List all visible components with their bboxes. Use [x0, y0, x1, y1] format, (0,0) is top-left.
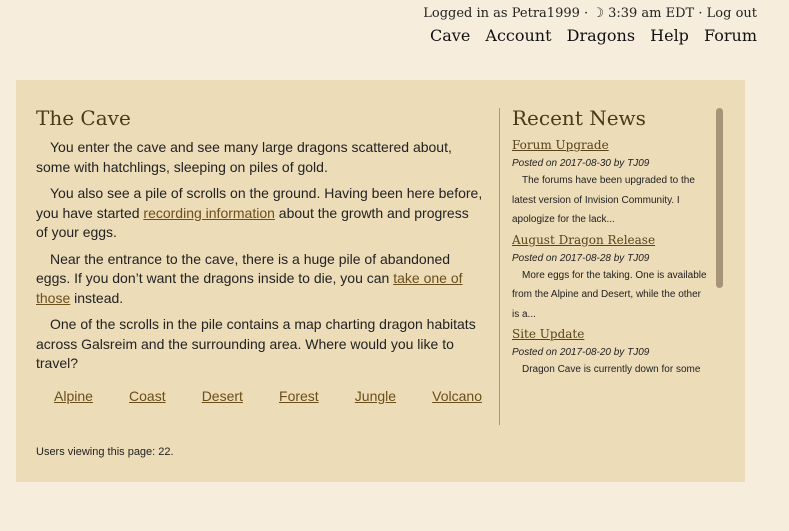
habitat-jungle-link[interactable]: Jungle	[355, 388, 396, 404]
user-status-line: Logged in as Petra1999 · ☽ 3:39 am EDT ·…	[420, 6, 757, 21]
news-title: Recent News	[512, 106, 646, 130]
news-scrollbar[interactable]	[716, 108, 723, 288]
habitat-forest-link[interactable]: Forest	[279, 388, 319, 404]
abandoned-text-after: instead.	[70, 289, 124, 306]
top-bar: Logged in as Petra1999 · ☽ 3:39 am EDT ·…	[420, 6, 757, 45]
nav-account[interactable]: Account	[485, 26, 551, 45]
abandoned-paragraph: Near the entrance to the cave, there is …	[36, 250, 484, 309]
logout-link[interactable]: Log out	[707, 6, 757, 21]
habitat-volcano-link[interactable]: Volcano	[432, 388, 482, 404]
abandoned-text-before: Near the entrance to the cave, there is …	[36, 250, 451, 287]
news-item-meta: Posted on 2017-08-28 by TJ09	[512, 252, 650, 264]
users-viewing-count: Users viewing this page: 22.	[36, 446, 174, 458]
news-item-meta: Posted on 2017-08-20 by TJ09	[512, 347, 650, 358]
main-nav: Cave Account Dragons Help Forum	[420, 26, 757, 45]
habitat-desert-link[interactable]: Desert	[202, 388, 243, 404]
intro-paragraph: You enter the cave and see many large dr…	[36, 139, 452, 175]
nav-forum[interactable]: Forum	[704, 26, 757, 45]
logged-in-label: Logged in as	[423, 6, 508, 21]
news-item-title[interactable]: Site Update	[512, 327, 707, 341]
news-item-body: More eggs for the taking. One is availab…	[512, 269, 707, 320]
map-paragraph: One of the scrolls in the pile contains …	[36, 316, 476, 371]
separator: ·	[698, 6, 703, 21]
scrolls-paragraph: You also see a pile of scrolls on the gr…	[36, 184, 484, 243]
news-item-body: Dragon Cave is currently down for some	[522, 364, 701, 375]
nav-help[interactable]: Help	[650, 26, 689, 45]
content-panel: The Cave You enter the cave and see many…	[16, 80, 745, 482]
habitat-coast-link[interactable]: Coast	[129, 388, 166, 404]
news-item-title[interactable]: August Dragon Release	[512, 233, 707, 247]
username-link[interactable]: Petra1999	[512, 6, 580, 21]
nav-dragons[interactable]: Dragons	[567, 26, 635, 45]
recording-info-link[interactable]: recording information	[143, 205, 275, 221]
cave-section: The Cave You enter the cave and see many…	[36, 106, 484, 404]
news-item-body: The forums have been upgraded to the lat…	[512, 175, 695, 225]
recent-news: Recent News Forum Upgrade Posted on 2017…	[512, 106, 707, 414]
separator: ·	[584, 6, 589, 21]
column-divider	[499, 108, 500, 425]
server-time: 3:39 am EDT	[608, 6, 695, 21]
moon-icon: ☽	[592, 6, 604, 21]
nav-cave[interactable]: Cave	[430, 26, 470, 45]
habitat-alpine-link[interactable]: Alpine	[54, 388, 93, 404]
page-title: The Cave	[36, 106, 131, 130]
news-item-meta: Posted on 2017-08-30 by TJ09	[512, 158, 650, 169]
news-item-title[interactable]: Forum Upgrade	[512, 138, 707, 152]
habitat-links: Alpine Coast Desert Forest Jungle Volcan…	[54, 388, 482, 404]
